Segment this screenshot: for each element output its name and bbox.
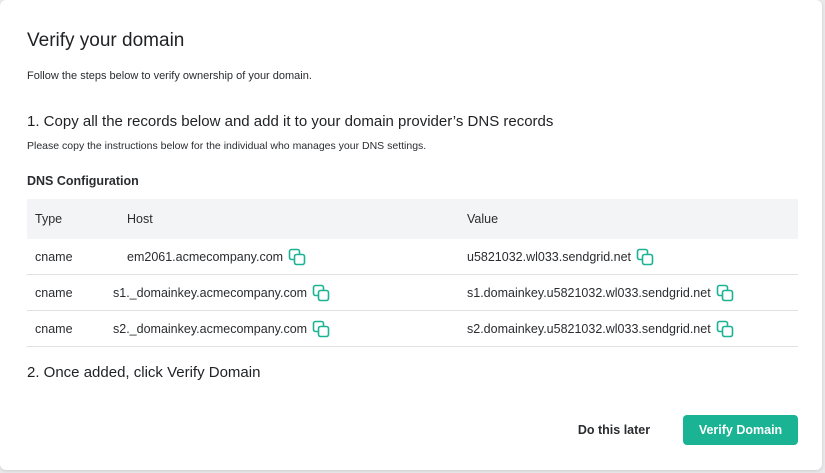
record-host: s2._domainkey.acmecompany.com xyxy=(113,321,308,336)
record-value-cell: s1.domainkey.u5821032.wl033.sendgrid.net xyxy=(467,284,734,302)
record-value: u5821032.wl033.sendgrid.net xyxy=(467,249,632,264)
do-this-later-button[interactable]: Do this later xyxy=(566,416,662,444)
record-value: s2.domainkey.u5821032.wl033.sendgrid.net xyxy=(467,321,711,336)
dialog-intro: Follow the steps below to verify ownersh… xyxy=(27,70,312,82)
table-row: cname s1._domainkey.acmecompany.com s1.d… xyxy=(27,275,798,311)
record-value: s1.domainkey.u5821032.wl033.sendgrid.net xyxy=(467,285,711,300)
record-host-cell: s1._domainkey.acmecompany.com xyxy=(113,284,330,302)
table-row: cname s2._domainkey.acmecompany.com s2.d… xyxy=(27,311,798,347)
dns-records-table: Type Host Value cname em2061.acmecompany… xyxy=(27,199,798,347)
record-type: cname xyxy=(35,321,73,336)
step1-title: 1. Copy all the records below and add it… xyxy=(27,113,554,130)
copy-icon[interactable] xyxy=(636,248,654,266)
header-value: Value xyxy=(467,212,499,226)
record-value-cell: u5821032.wl033.sendgrid.net xyxy=(467,248,654,266)
copy-icon[interactable] xyxy=(716,284,734,302)
step1-subtitle: Please copy the instructions below for t… xyxy=(27,140,427,152)
verify-domain-button[interactable]: Verify Domain xyxy=(683,415,798,445)
copy-icon[interactable] xyxy=(312,320,330,338)
table-header: Type Host Value xyxy=(27,199,798,239)
copy-icon[interactable] xyxy=(716,320,734,338)
record-type: cname xyxy=(35,249,73,264)
record-host-cell: s2._domainkey.acmecompany.com xyxy=(113,320,330,338)
record-host: s1._domainkey.acmecompany.com xyxy=(113,285,308,300)
verify-domain-dialog: Verify your domain Follow the steps belo… xyxy=(0,0,822,470)
copy-icon[interactable] xyxy=(312,284,330,302)
record-host: em2061.acmecompany.com xyxy=(127,249,284,264)
record-host-cell: em2061.acmecompany.com xyxy=(127,248,306,266)
header-type: Type xyxy=(35,212,63,226)
step2-title: 2. Once added, click Verify Domain xyxy=(27,364,261,381)
header-host: Host xyxy=(127,212,153,226)
dialog-title: Verify your domain xyxy=(27,30,185,51)
record-type: cname xyxy=(35,285,73,300)
dns-configuration-heading: DNS Configuration xyxy=(27,174,139,188)
record-value-cell: s2.domainkey.u5821032.wl033.sendgrid.net xyxy=(467,320,734,338)
copy-icon[interactable] xyxy=(288,248,306,266)
table-row: cname em2061.acmecompany.com u5821032.wl… xyxy=(27,239,798,275)
